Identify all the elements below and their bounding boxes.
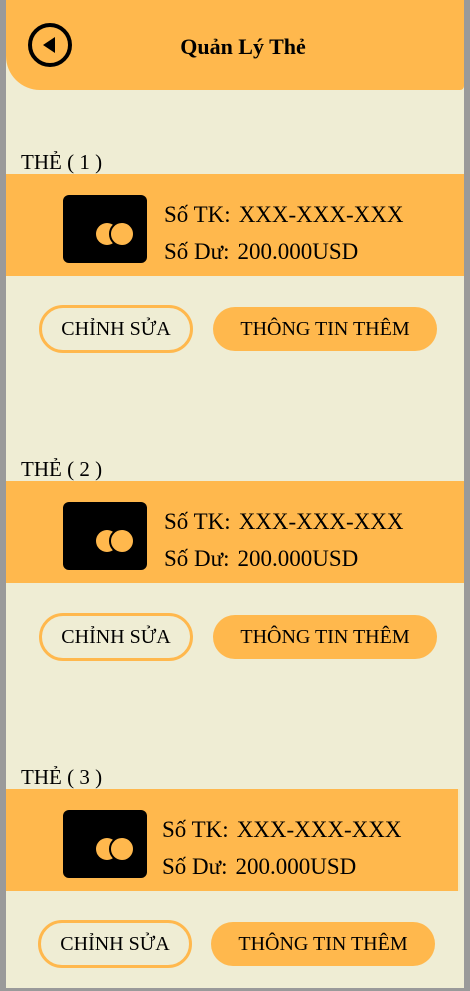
edit-card-button[interactable]: CHỈNH SỬA (39, 305, 193, 353)
balance-value: 200.000USD (237, 239, 359, 264)
balance-value: 200.000USD (235, 854, 357, 879)
account-number-value: XXX-XXX-XXX (236, 817, 402, 842)
page-title: Quản Lý Thẻ (180, 34, 306, 59)
credit-card-icon (63, 502, 147, 570)
balance-label: Số Dư: (164, 239, 230, 264)
card-heading: THẺ ( 2 ) (21, 457, 103, 481)
more-info-button[interactable]: THÔNG TIN THÊM (211, 922, 435, 966)
account-number-value: XXX-XXX-XXX (238, 509, 404, 534)
card-management-screen: Quản Lý Thẻ THẺ ( 1 ) Số TK: XXX-XXX-XXX … (6, 0, 464, 988)
balance-label: Số Dư: (162, 854, 228, 879)
more-info-button[interactable]: THÔNG TIN THÊM (213, 307, 437, 351)
credit-card-icon (63, 195, 147, 263)
credit-card-icon (63, 810, 147, 878)
card-details: Số TK: XXX-XXX-XXX Số Dư: 200.000USD (164, 196, 404, 270)
card-panel[interactable]: Số TK: XXX-XXX-XXX Số Dư: 200.000USD (6, 789, 460, 891)
card-details: Số TK: XXX-XXX-XXX Số Dư: 200.000USD (164, 503, 404, 577)
account-number-value: XXX-XXX-XXX (238, 202, 404, 227)
card-panel[interactable]: Số TK: XXX-XXX-XXX Số Dư: 200.000USD (6, 174, 464, 276)
edit-card-button[interactable]: CHỈNH SỬA (38, 920, 192, 968)
more-info-button[interactable]: THÔNG TIN THÊM (213, 615, 437, 659)
card-details: Số TK: XXX-XXX-XXX Số Dư: 200.000USD (162, 811, 402, 885)
card-heading: THẺ ( 1 ) (21, 150, 103, 174)
account-number-label: Số TK: (164, 202, 231, 227)
account-number-label: Số TK: (164, 509, 231, 534)
card-panel[interactable]: Số TK: XXX-XXX-XXX Số Dư: 200.000USD (6, 481, 464, 583)
edit-card-button[interactable]: CHỈNH SỬA (39, 613, 193, 661)
balance-label: Số Dư: (164, 546, 230, 571)
balance-value: 200.000USD (237, 546, 359, 571)
card-heading: THẺ ( 3 ) (21, 765, 103, 789)
header-bar: Quản Lý Thẻ (6, 0, 464, 90)
account-number-label: Số TK: (162, 817, 229, 842)
